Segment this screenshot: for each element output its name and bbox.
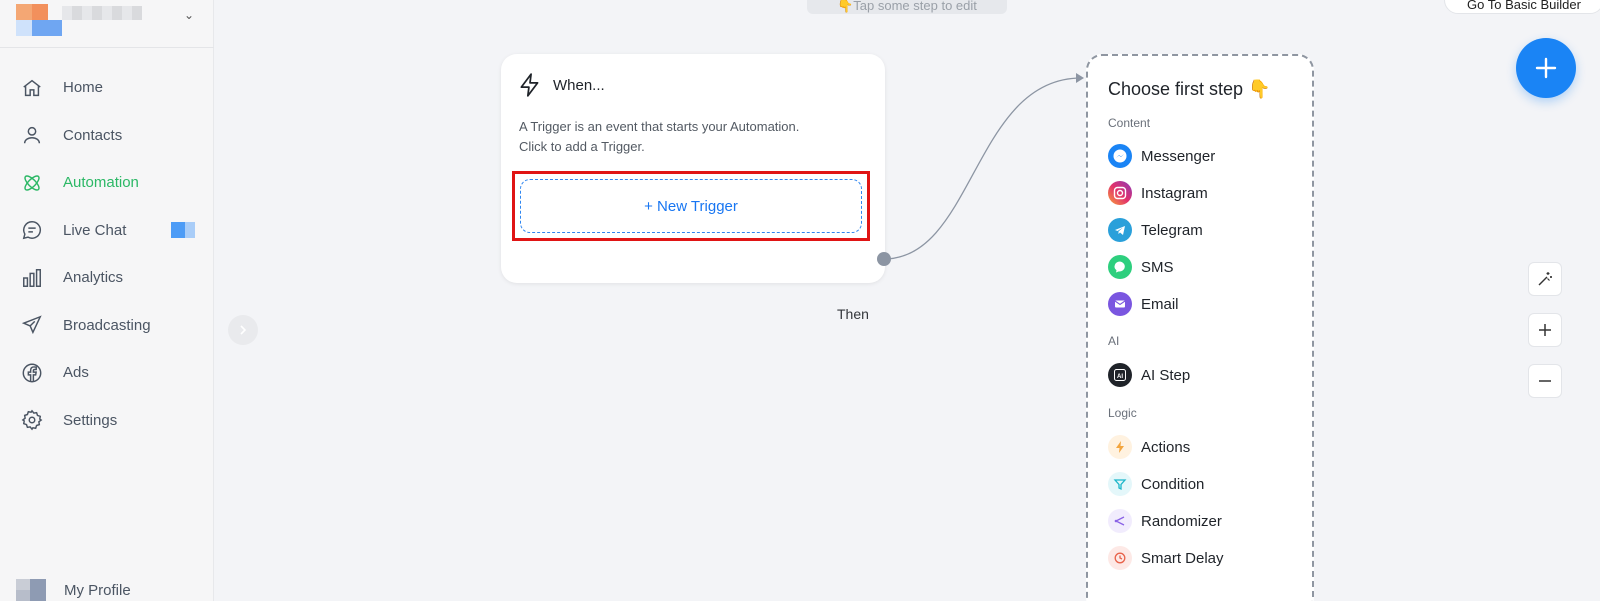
step-telegram[interactable]: Telegram [1108, 217, 1203, 243]
sidebar-item-label: Automation [63, 174, 139, 192]
sidebar-item-contacts[interactable]: Contacts [0, 112, 214, 160]
automation-canvas[interactable]: 👇Tap some step to edit Go To Basic Build… [214, 0, 1600, 601]
instagram-icon [1108, 181, 1132, 205]
telegram-icon [1108, 218, 1132, 242]
sidebar-item-broadcasting[interactable]: Broadcasting [0, 302, 214, 350]
sidebar-item-ads[interactable]: Ads [0, 349, 214, 397]
workspace-logo [16, 4, 62, 36]
condition-icon [1108, 472, 1132, 496]
sms-icon [1108, 255, 1132, 279]
step-label: SMS [1141, 258, 1174, 276]
trigger-card[interactable]: When... A Trigger is an event that start… [501, 54, 885, 322]
expand-sidebar-button[interactable] [228, 315, 258, 345]
trigger-description: A Trigger is an event that starts your A… [519, 117, 839, 157]
sidebar-item-label: Home [63, 79, 104, 97]
then-label: Then [837, 306, 869, 322]
sidebar-item-label: Live Chat [63, 221, 127, 239]
step-label: Actions [1141, 438, 1191, 456]
flow-connector [883, 73, 1084, 260]
chevron-down-icon[interactable]: ⌄ [184, 8, 194, 22]
automation-icon [20, 171, 44, 195]
sidebar-item-label: Analytics [63, 269, 124, 287]
trigger-title: When... [553, 76, 605, 94]
step-smart-delay[interactable]: Smart Delay [1108, 545, 1224, 571]
section-label-logic: Logic [1108, 406, 1137, 420]
live-chat-badge [171, 221, 195, 238]
step-label: Smart Delay [1141, 549, 1224, 567]
svg-text:AI: AI [1117, 374, 1123, 380]
home-icon [20, 76, 44, 100]
step-email[interactable]: Email [1108, 291, 1179, 317]
trigger-description-line: Click to add a Trigger. [519, 139, 645, 154]
zoom-in-icon [1539, 324, 1551, 336]
new-trigger-button[interactable]: + New Trigger [520, 179, 862, 233]
lightning-icon [520, 73, 539, 97]
sidebar-item-live-chat[interactable]: Live Chat [0, 207, 214, 255]
contacts-icon [20, 123, 44, 147]
zoom-out-button[interactable] [1528, 364, 1562, 398]
magic-wand-button[interactable] [1528, 262, 1562, 296]
step-label: Email [1141, 295, 1179, 313]
sidebar-item-settings[interactable]: Settings [0, 397, 214, 445]
step-label: AI Step [1141, 366, 1191, 384]
sidebar: ⌄ Home Contacts Automation Live Chat Ana… [0, 0, 214, 601]
messenger-icon [1108, 144, 1132, 168]
step-actions[interactable]: Actions [1108, 434, 1190, 460]
new-trigger-highlight: + New Trigger [512, 171, 870, 241]
sidebar-divider [0, 47, 214, 48]
edit-hint: 👇Tap some step to edit [807, 0, 1007, 14]
workspace-switcher[interactable]: ⌄ [16, 4, 196, 40]
step-ai[interactable]: AI AI Step [1108, 362, 1190, 388]
avatar [16, 579, 46, 601]
sidebar-item-profile[interactable]: My Profile [16, 578, 196, 601]
analytics-icon [20, 266, 44, 290]
profile-label: My Profile [64, 581, 131, 599]
first-step-heading: Choose first step 👇 [1108, 79, 1271, 99]
smart-delay-icon [1108, 546, 1132, 570]
step-condition[interactable]: Condition [1108, 471, 1204, 497]
zoom-out-icon [1539, 380, 1551, 382]
settings-icon [20, 408, 44, 432]
add-step-button[interactable] [1516, 38, 1576, 98]
email-icon [1108, 292, 1132, 316]
sidebar-item-automation[interactable]: Automation [0, 159, 214, 207]
step-instagram[interactable]: Instagram [1108, 180, 1208, 206]
section-label-content: Content [1108, 116, 1151, 130]
step-label: Instagram [1141, 184, 1208, 202]
zoom-in-button[interactable] [1528, 313, 1562, 347]
sidebar-item-label: Ads [63, 364, 89, 382]
sidebar-item-home[interactable]: Home [0, 64, 214, 112]
actions-icon [1108, 435, 1132, 459]
plus-icon [1535, 57, 1557, 79]
sidebar-nav: Home Contacts Automation Live Chat Analy… [0, 64, 214, 444]
magic-wand-icon [1538, 272, 1552, 286]
ai-step-icon: AI [1108, 363, 1132, 387]
workspace-name [62, 6, 142, 20]
trigger-description-line: A Trigger is an event that starts your A… [519, 119, 800, 134]
step-sms[interactable]: SMS [1108, 254, 1174, 280]
then-connector-handle[interactable] [877, 252, 891, 266]
chevron-right-icon [240, 325, 247, 335]
step-randomizer[interactable]: Randomizer [1108, 508, 1222, 534]
sidebar-item-label: Settings [63, 411, 118, 429]
basic-builder-button[interactable]: Go To Basic Builder [1444, 0, 1600, 14]
randomizer-icon [1108, 509, 1132, 533]
sidebar-item-label: Contacts [63, 126, 123, 144]
live-chat-icon [20, 218, 44, 242]
step-messenger[interactable]: Messenger [1108, 143, 1215, 169]
choose-first-step-panel: Choose first step 👇 Content Messenger In… [1086, 54, 1314, 601]
step-label: Messenger [1141, 147, 1216, 165]
section-label-ai: AI [1108, 334, 1120, 348]
step-label: Telegram [1141, 221, 1203, 239]
ads-icon [20, 361, 44, 385]
trigger-title-row: When... [517, 72, 605, 98]
broadcasting-icon [20, 313, 44, 337]
step-label: Randomizer [1141, 512, 1222, 530]
step-label: Condition [1141, 475, 1205, 493]
sidebar-item-label: Broadcasting [63, 316, 151, 334]
sidebar-item-analytics[interactable]: Analytics [0, 254, 214, 302]
